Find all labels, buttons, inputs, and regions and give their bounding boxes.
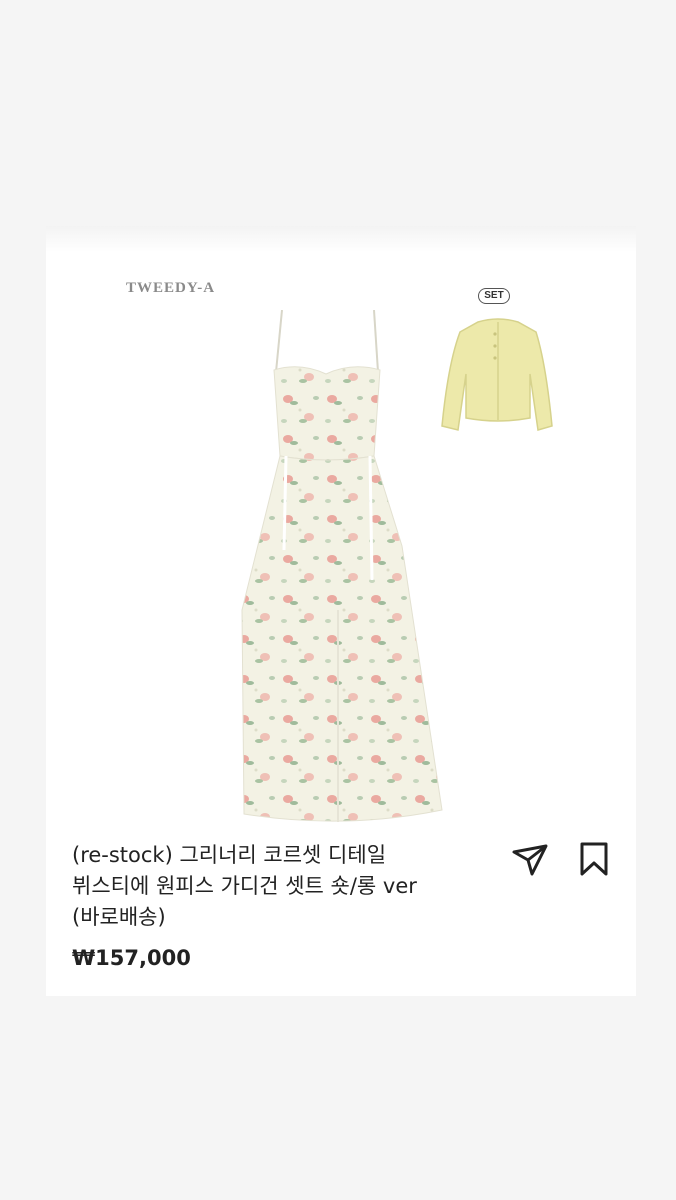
product-price: ₩157,000 bbox=[72, 946, 191, 970]
paper-plane-icon bbox=[512, 844, 548, 876]
bookmark-icon bbox=[580, 842, 608, 876]
bookmark-button[interactable] bbox=[574, 840, 614, 880]
card-top-strip bbox=[46, 226, 636, 252]
product-card[interactable]: TWEEDY-A SET (re-stock) 그리너리 코르셋 디테일 뷔스티… bbox=[46, 226, 636, 996]
product-title[interactable]: (re-stock) 그리너리 코르셋 디테일 뷔스티에 원피스 가디건 셋트 … bbox=[72, 840, 472, 933]
dress-image bbox=[241, 310, 443, 822]
product-image[interactable]: TWEEDY-A SET bbox=[46, 252, 636, 836]
share-button[interactable] bbox=[510, 840, 550, 880]
set-badge: SET bbox=[478, 288, 510, 304]
brand-logo: TWEEDY-A bbox=[126, 280, 216, 296]
cardigan-image bbox=[441, 318, 553, 431]
